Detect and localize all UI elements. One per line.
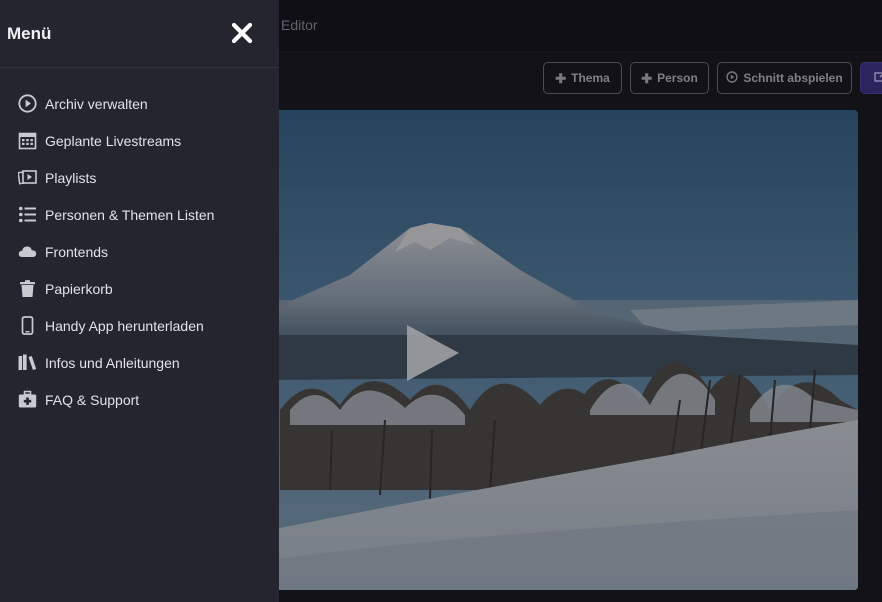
menu-item-label: Personen & Themen Listen bbox=[45, 206, 215, 223]
menu-title: Menü bbox=[7, 24, 52, 43]
menu-item-playlists[interactable]: Playlists bbox=[0, 159, 279, 196]
cloud-icon bbox=[18, 242, 37, 261]
app-window: Editor ✚ Thema ✚ Person Schnitt abspiele… bbox=[0, 0, 882, 602]
menu-item-infos[interactable]: Infos und Anleitungen bbox=[0, 344, 279, 381]
menu-item-frontends[interactable]: Frontends bbox=[0, 233, 279, 270]
edit-icon bbox=[874, 71, 882, 85]
books-icon bbox=[18, 353, 37, 372]
list-icon bbox=[18, 205, 37, 224]
menu-item-mobile-app[interactable]: Handy App herunterladen bbox=[0, 307, 279, 344]
play-icon[interactable] bbox=[405, 325, 461, 381]
menu-item-label: Archiv verwalten bbox=[45, 95, 148, 112]
add-theme-label: Thema bbox=[571, 71, 610, 85]
plus-icon: ✚ bbox=[641, 70, 653, 86]
video-overlay bbox=[270, 110, 858, 590]
menu-list: Archiv verwalten Geplante Livestreams Pl… bbox=[0, 85, 279, 418]
menu-item-archive[interactable]: Archiv verwalten bbox=[0, 85, 279, 122]
menu-item-lists[interactable]: Personen & Themen Listen bbox=[0, 196, 279, 233]
menu-item-label: Infos und Anleitungen bbox=[45, 354, 180, 371]
menu-item-livestreams[interactable]: Geplante Livestreams bbox=[0, 122, 279, 159]
menu-header: Menü bbox=[0, 0, 279, 68]
menu-item-trash[interactable]: Papierkorb bbox=[0, 270, 279, 307]
page-title: Editor bbox=[281, 17, 318, 33]
menu-item-label: FAQ & Support bbox=[45, 391, 140, 408]
play-cut-button[interactable]: Schnitt abspielen bbox=[717, 62, 852, 94]
edit-button[interactable] bbox=[860, 62, 882, 94]
play-circle-icon bbox=[18, 94, 37, 113]
close-icon[interactable] bbox=[228, 19, 256, 47]
playlist-icon bbox=[18, 168, 37, 187]
side-menu: Menü Archiv verwalten Geplante Livestrea… bbox=[0, 0, 279, 602]
menu-item-label: Geplante Livestreams bbox=[45, 132, 182, 149]
first-aid-icon bbox=[18, 390, 37, 409]
menu-item-label: Frontends bbox=[45, 243, 109, 260]
play-circle-icon bbox=[726, 71, 739, 85]
add-person-button[interactable]: ✚ Person bbox=[630, 62, 709, 94]
add-theme-button[interactable]: ✚ Thema bbox=[543, 62, 622, 94]
plus-icon: ✚ bbox=[555, 70, 567, 86]
menu-item-label: Papierkorb bbox=[45, 280, 113, 297]
calendar-icon bbox=[18, 131, 37, 150]
menu-item-label: Playlists bbox=[45, 169, 97, 186]
menu-item-support[interactable]: FAQ & Support bbox=[0, 381, 279, 418]
trash-icon bbox=[18, 279, 37, 298]
menu-item-label: Handy App herunterladen bbox=[45, 317, 204, 334]
mobile-icon bbox=[18, 316, 37, 335]
add-person-label: Person bbox=[657, 71, 698, 85]
play-cut-label: Schnitt abspielen bbox=[743, 71, 843, 85]
video-player[interactable] bbox=[270, 110, 858, 590]
